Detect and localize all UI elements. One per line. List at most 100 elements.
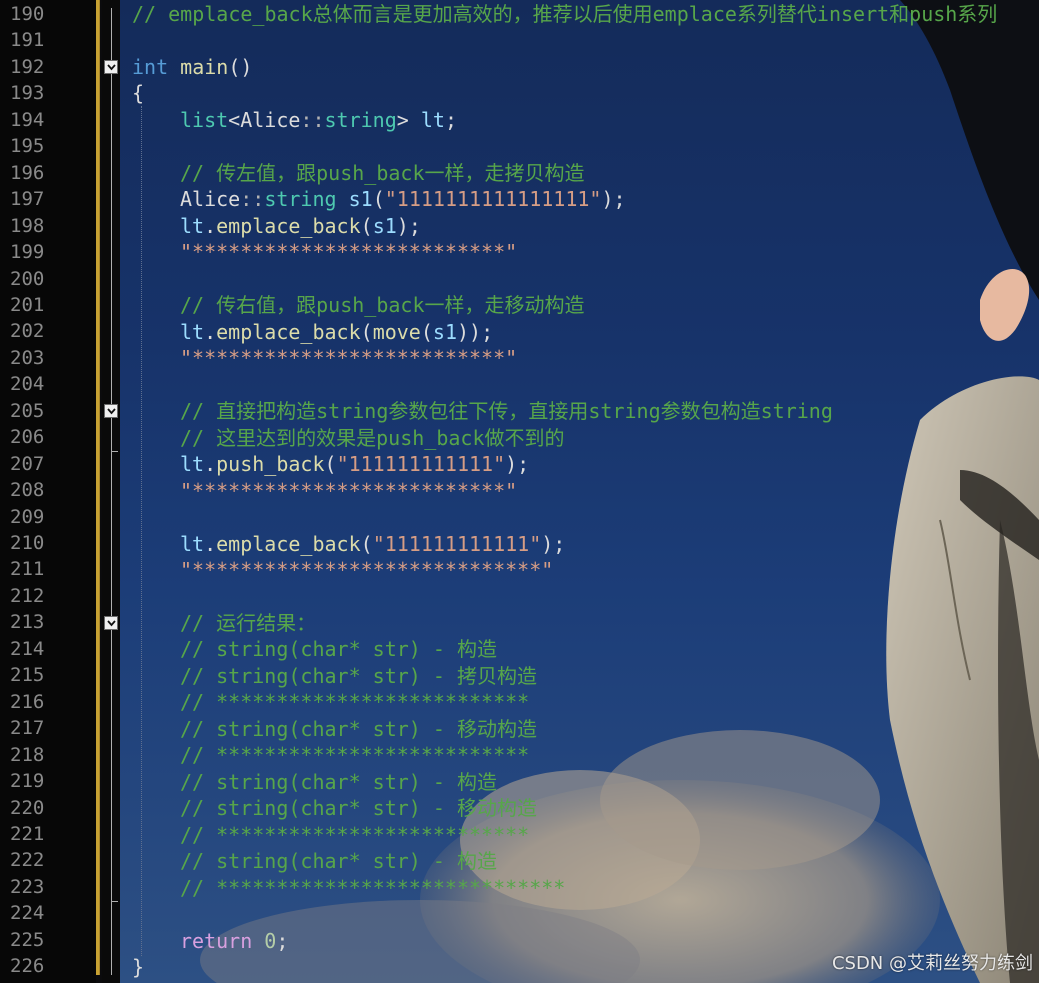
line-number: 191 [10, 29, 45, 52]
variable-lt: lt [180, 320, 205, 344]
string-literal: "**************************" [180, 346, 518, 370]
comment: // 这里达到的效果是push_back做不到的 [180, 426, 565, 450]
line-number: 225 [10, 928, 45, 951]
keyword-return: return [180, 929, 253, 953]
template-arg: <Alice [228, 108, 301, 132]
line-number: 195 [10, 135, 45, 158]
dot: . [204, 532, 217, 556]
comment: // 运行结果： [180, 611, 317, 635]
line-number: 208 [10, 479, 45, 502]
function-push-back: push_back [216, 452, 325, 476]
line-number: 199 [10, 241, 45, 264]
comment: // string(char* str) - 构造 [180, 849, 497, 873]
line-number: 204 [10, 373, 45, 396]
function-main: main [180, 55, 229, 79]
type-list: list [180, 108, 229, 132]
variable-s1: s1 [372, 214, 397, 238]
paren: ( [360, 532, 373, 556]
line-number: 217 [10, 717, 45, 740]
line-number: 194 [10, 108, 45, 131]
paren-semicolon: ); [541, 532, 566, 556]
type-string: string [324, 108, 397, 132]
line-number: 209 [10, 505, 45, 528]
line-number: 218 [10, 743, 45, 766]
line-number: 201 [10, 293, 45, 316]
fold-line [111, 418, 112, 616]
dot: . [204, 452, 217, 476]
change-tracking-bar-inner [99, 0, 100, 975]
line-number: 224 [10, 902, 45, 925]
line-number: 200 [10, 267, 45, 290]
line-number: 226 [10, 955, 45, 978]
string-literal: "1111111111111111" [384, 187, 602, 211]
paren: () [228, 55, 253, 79]
comment: // 传右值，跟push_back一样，走移动构造 [180, 293, 585, 317]
comment: // string(char* str) - 移动构造 [180, 796, 537, 820]
line-number: 198 [10, 214, 45, 237]
comment: // emplace_back总体而言是更加高效的，推荐以后使用emplace系… [132, 2, 998, 26]
scope-op: :: [240, 187, 265, 211]
string-literal: "111111111111" [372, 532, 542, 556]
string-literal: "**************************" [180, 479, 518, 503]
fold-line [111, 630, 112, 975]
variable-lt: lt [180, 532, 205, 556]
variable-lt: lt [180, 452, 205, 476]
comment: // string(char* str) - 构造 [180, 770, 497, 794]
semicolon: ; [276, 929, 289, 953]
comment: // string(char* str) - 移动构造 [180, 717, 537, 741]
variable-lt: lt [180, 214, 205, 238]
comment: // string(char* str) - 构造 [180, 637, 497, 661]
paren: ( [360, 320, 373, 344]
fold-end-marker [111, 901, 118, 902]
line-number: 223 [10, 875, 45, 898]
string-literal: "**************************" [180, 240, 518, 264]
comment: // ************************** [180, 823, 530, 847]
comment: // ************************** [180, 690, 530, 714]
line-number: 206 [10, 426, 45, 449]
fold-toggle-icon[interactable] [104, 404, 118, 418]
paren-semicolon: ); [601, 187, 626, 211]
line-number: 211 [10, 558, 45, 581]
line-number: 219 [10, 770, 45, 793]
string-literal: "*****************************" [180, 558, 554, 582]
line-number: 193 [10, 82, 45, 105]
fold-line [111, 8, 112, 60]
paren-semicolon: ); [505, 452, 530, 476]
function-emplace-back: emplace_back [216, 214, 361, 238]
paren-semicolon: )); [457, 320, 494, 344]
line-number: 197 [10, 188, 45, 211]
function-emplace-back: emplace_back [216, 320, 361, 344]
fold-toggle-icon[interactable] [104, 60, 118, 74]
string-literal: "111111111111" [336, 452, 506, 476]
fold-end-marker [111, 451, 118, 452]
dot: . [204, 320, 217, 344]
line-number: 222 [10, 849, 45, 872]
line-number: 213 [10, 611, 45, 634]
line-number: 205 [10, 399, 45, 422]
variable-lt: lt [420, 108, 445, 132]
template-close: > [396, 108, 421, 132]
paren: ( [360, 214, 373, 238]
line-number: 220 [10, 796, 45, 819]
keyword-int: int [132, 55, 169, 79]
comment: // 直接把构造string参数包往下传，直接用string参数包构造strin… [180, 399, 833, 423]
number-literal: 0 [264, 929, 277, 953]
dot: . [204, 214, 217, 238]
line-number: 202 [10, 320, 45, 343]
brace-open: { [132, 81, 145, 105]
code-editor[interactable]: // emplace_back总体而言是更加高效的，推荐以后使用emplace系… [120, 0, 1039, 983]
fold-line [111, 74, 112, 404]
line-number: 207 [10, 452, 45, 475]
line-number: 196 [10, 161, 45, 184]
line-number: 216 [10, 690, 45, 713]
fold-toggle-icon[interactable] [104, 616, 118, 630]
comment: // string(char* str) - 拷贝构造 [180, 664, 537, 688]
comment: // ***************************** [180, 876, 566, 900]
code-content: // emplace_back总体而言是更加高效的，推荐以后使用emplace系… [120, 0, 1039, 983]
paren: ( [420, 320, 433, 344]
paren: ( [372, 187, 385, 211]
line-number: 190 [10, 3, 45, 25]
line-number: 203 [10, 346, 45, 369]
line-number: 192 [10, 55, 45, 78]
line-number: 214 [10, 637, 45, 660]
